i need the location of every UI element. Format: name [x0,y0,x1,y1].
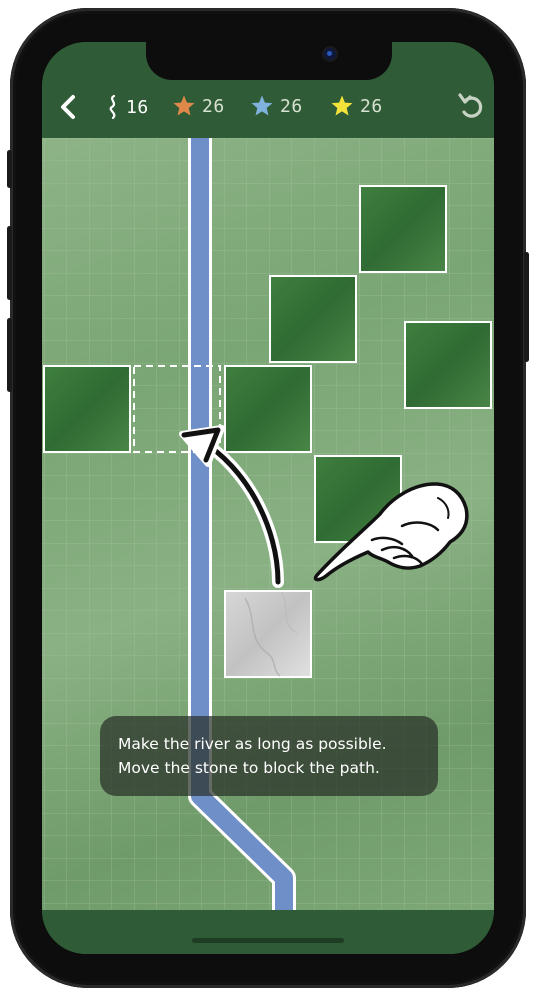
tutorial-tooltip: Make the river as long as possible. Move… [100,716,438,796]
forest-tile[interactable] [43,365,131,453]
volume-down-button [7,318,12,392]
power-button [524,252,529,362]
front-camera [324,48,336,60]
star-icon [173,95,195,116]
yellow-star-counter: 26 [330,94,383,118]
tutorial-line-2: Move the stone to block the path. [118,759,380,777]
moves-counter: 16 [106,94,149,120]
yellow-star-value: 26 [360,95,383,117]
orange-star-value: 26 [202,95,225,117]
game-screen: 16 26 26 26 Make the river as long as po… [42,42,494,954]
orange-star-counter: 26 [172,94,225,118]
forest-tile[interactable] [359,185,447,273]
blue-star-value: 26 [280,95,303,117]
forest-tile[interactable] [269,275,357,363]
back-icon [61,95,75,119]
game-board[interactable]: Make the river as long as possible. Move… [42,138,494,910]
bottom-bar [42,910,494,954]
back-button[interactable] [54,92,84,122]
stone-tile[interactable] [224,590,312,678]
star-icon [331,95,353,116]
undo-icon [458,93,483,118]
tutorial-line-1: Make the river as long as possible. [118,735,387,753]
moves-value: 16 [126,96,149,118]
mute-switch [7,150,12,188]
star-icon [251,95,273,116]
home-indicator[interactable] [192,938,344,943]
volume-up-button [7,226,12,300]
forest-tile[interactable] [404,321,492,409]
blue-star-counter: 26 [250,94,303,118]
river-moves-icon [109,94,116,120]
notch [146,42,392,80]
undo-button[interactable] [456,92,486,122]
forest-tile[interactable] [224,365,312,453]
